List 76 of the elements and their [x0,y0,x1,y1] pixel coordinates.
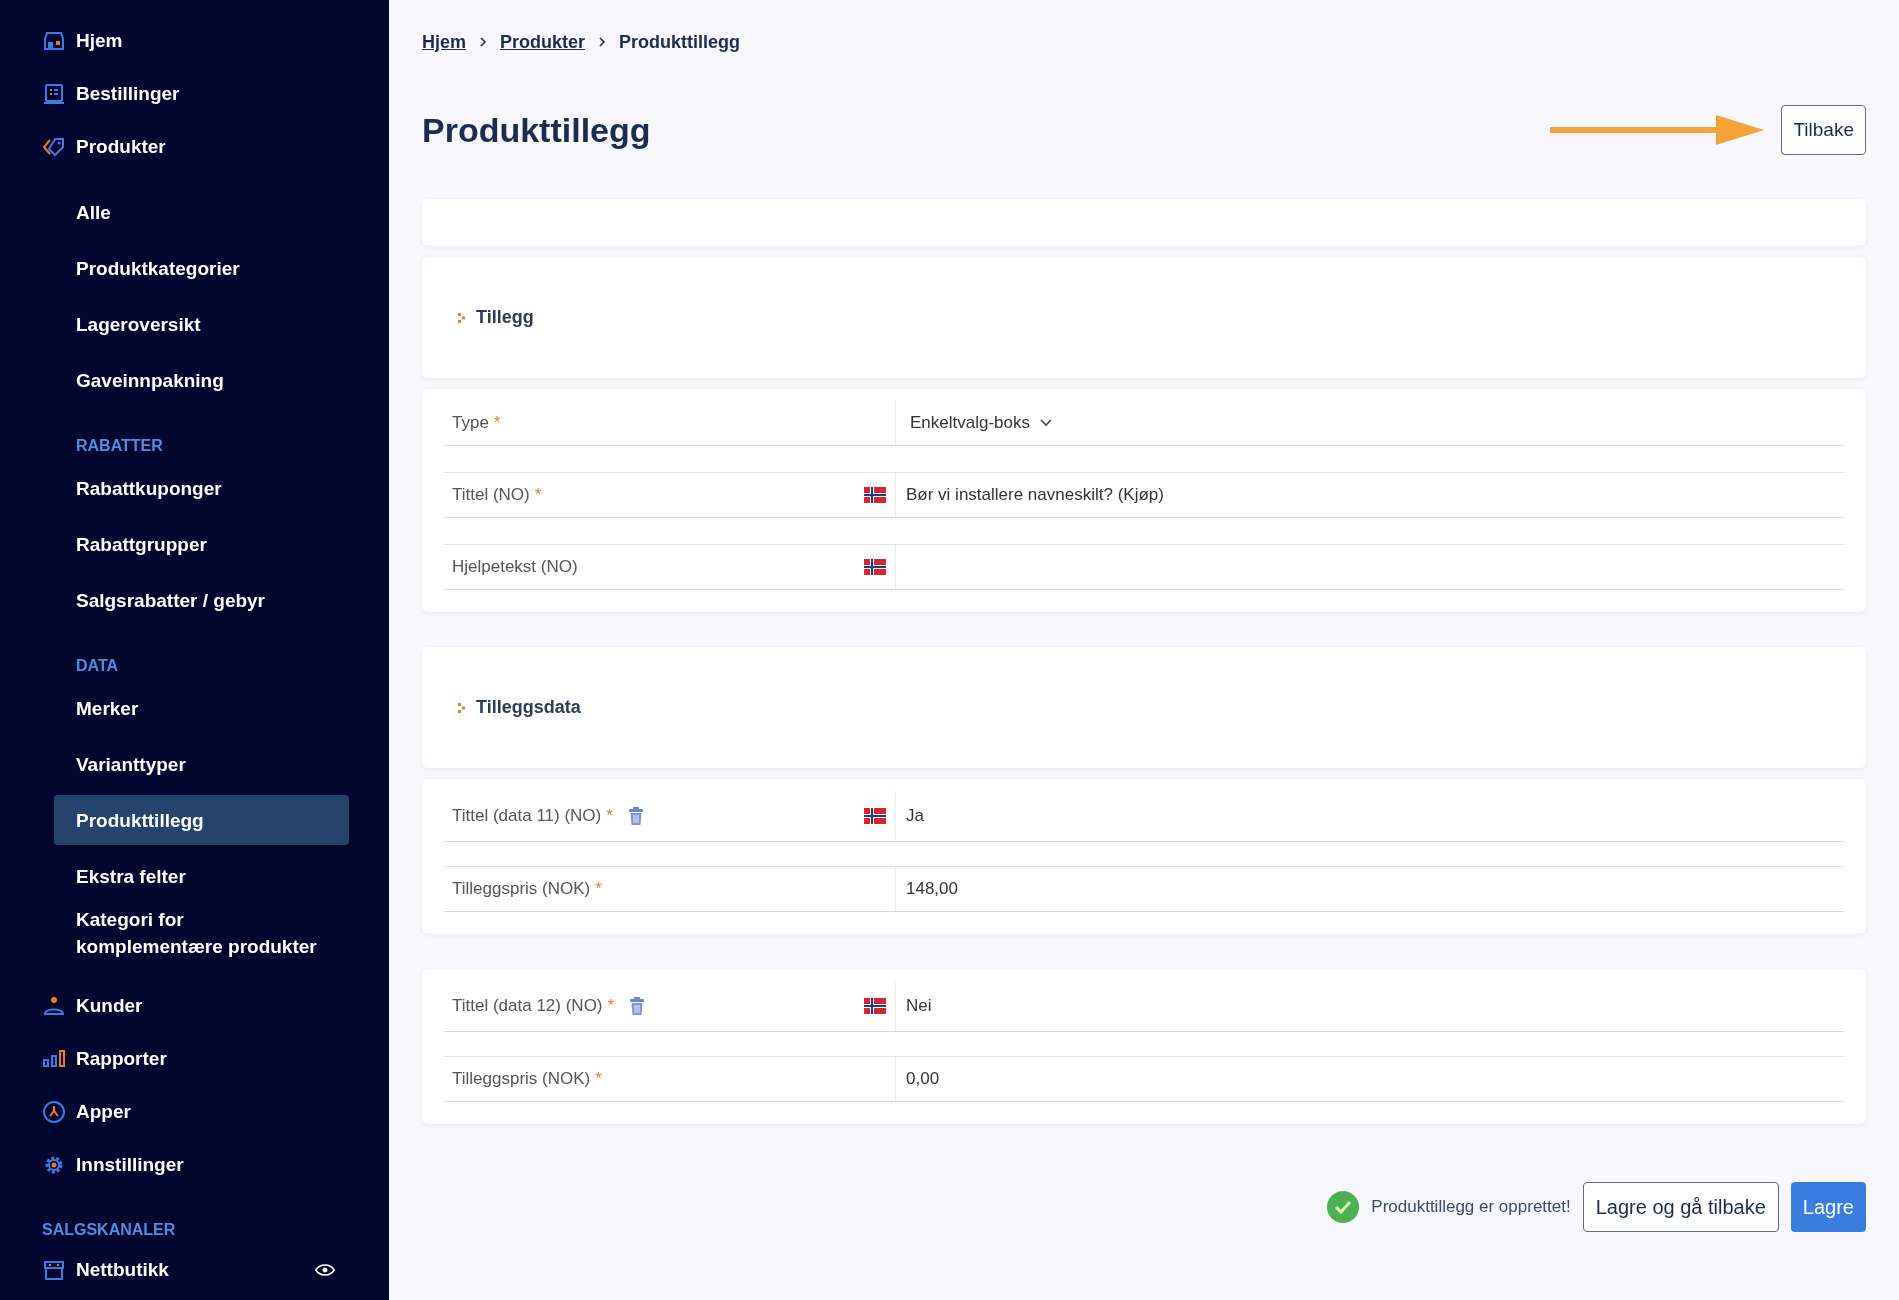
nav-item[interactable]: Alle [54,187,349,238]
nav-item[interactable]: Bestillinger [0,70,389,118]
nav-item[interactable]: Hjem [0,17,389,65]
nav-label: Apper [76,1101,131,1124]
trash-icon[interactable] [630,997,645,1015]
save-and-back-button[interactable]: Lagre og gå tilbake [1582,1182,1779,1232]
field-label: Tilleggspris (NOK) [452,1069,591,1089]
field-label: Tilleggspris (NOK) [452,879,591,899]
nav-item[interactable]: Apper [0,1088,389,1136]
nav-label: Rapporter [76,1048,167,1071]
flag-icon [863,808,887,824]
input-field[interactable]: Nei [896,981,1844,1031]
nav-label: Nettbutikk [76,1259,170,1282]
chevron-right-icon [478,36,488,48]
nav-item[interactable]: Produktkategorier [54,243,349,294]
success-check-icon [1327,1191,1360,1223]
type-select[interactable]: Enkeltvalg-boks [896,401,1844,445]
chevron-right-icon [597,36,608,48]
field-label: Hjelpetekst (NO) [452,557,578,577]
eye-icon[interactable] [315,1263,335,1278]
nav-item[interactable]: Rabattkuponger [54,463,349,514]
store-icon [42,1258,66,1283]
required-mark: * [595,879,602,899]
nav-item[interactable]: Nettbutikk [0,1246,389,1295]
nav-label: Bestillinger [76,82,180,105]
nav-item[interactable]: Ekstra felter [54,851,349,902]
nav-item[interactable]: Gaveinnpakning [54,355,349,406]
flag-icon [863,487,887,503]
field-label: Type [452,413,489,433]
section-heading: Tillegg [476,307,534,328]
flag-icon [863,559,887,575]
chevron-icon [458,702,466,713]
back-button[interactable]: Tilbake [1781,105,1866,155]
status-message: Produkttillegg er opprettet! [1371,1197,1571,1217]
input-field[interactable]: 0,00 [896,1057,1844,1101]
nav-item[interactable]: Kategori for komplementære produkter [54,907,349,959]
nav-item[interactable]: Merker [54,683,349,734]
nav-label: Innstillinger [76,1154,184,1177]
section-heading: Tilleggsdata [476,697,581,718]
nav-item[interactable]: Salgsrabatter / gebyr [54,575,349,626]
field-label: Tittel (data 11) (NO) [452,806,602,826]
chevron-icon [458,312,466,323]
breadcrumb-link[interactable]: Produkter [500,31,586,53]
nav-section-heading: DATA [76,657,120,676]
orders-icon [42,81,66,106]
required-mark: * [607,996,615,1016]
trash-icon[interactable] [628,807,643,825]
nav-item[interactable]: Produkttillegg [54,795,349,846]
nav-label: Hjem [76,29,123,52]
nav-item[interactable]: Lageroversikt [54,299,349,350]
input-field[interactable]: 148,00 [896,867,1844,911]
breadcrumb-current: Produkttillegg [619,31,741,53]
input-field[interactable]: Ja [896,791,1844,841]
nav-item[interactable]: Rabattgrupper [54,519,349,570]
field-label: Tittel (NO) [452,485,530,505]
nav-item[interactable]: Produkter [0,123,389,171]
required-mark: * [606,806,613,826]
flag-icon [863,998,887,1014]
nav-label: Produkter [76,135,166,158]
nav-section-heading: RABATTER [76,437,164,456]
save-button[interactable]: Lagre [1790,1182,1866,1232]
nav-item[interactable]: Rapporter [0,1035,389,1083]
required-mark: * [493,413,501,433]
nav-section-heading: SALGSKANALER [42,1220,177,1239]
page-title: Produkttillegg [422,110,652,150]
input-field[interactable]: Bør vi installere navneskilt? (Kjøp) [896,473,1844,517]
field-label: Tittel (data 12) (NO) [452,996,603,1016]
caret-icon [1040,419,1052,427]
required-mark: * [595,1069,602,1089]
nav-item[interactable]: Varianttyper [54,739,349,790]
breadcrumb-link[interactable]: Hjem [422,31,466,53]
required-mark: * [534,485,542,505]
nav-item[interactable]: Innstillinger [0,1141,389,1189]
nav-item[interactable]: Kunder [0,982,389,1030]
apps-icon [42,1100,66,1125]
nav-label: Kunder [76,994,143,1017]
